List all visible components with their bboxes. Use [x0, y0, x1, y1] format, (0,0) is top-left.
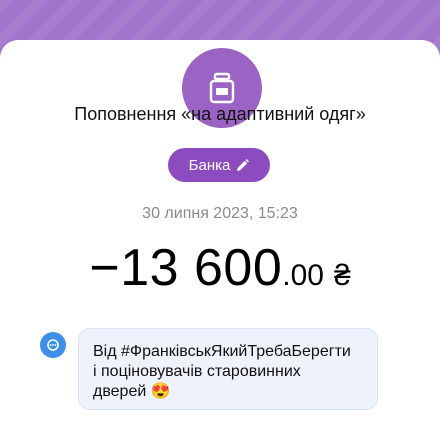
amount-integer: −13 600: [89, 239, 283, 297]
comment-line: дверей 😍: [93, 383, 171, 400]
currency-symbol: ₴: [333, 259, 351, 292]
amount-decimal: .00: [282, 259, 324, 292]
comment-line: Від #ФранківськЯкийТребаБерегти: [93, 343, 351, 360]
transaction-datetime: 30 липня 2023, 15:23: [142, 205, 298, 222]
jar-icon: [209, 72, 235, 104]
comment-bubble: Від #ФранківськЯкийТребаБерегти і поціно…: [78, 328, 378, 410]
transaction-title: Поповнення «на адаптивний одяг»: [74, 104, 366, 124]
comment-icon: [40, 332, 66, 358]
jar-button-label: Банка: [188, 156, 231, 174]
comment-line: і поціновувачів старовинних: [93, 363, 301, 380]
transaction-amount: −13 600.00 ₴: [0, 238, 440, 298]
pencil-icon: [237, 158, 250, 171]
jar-edit-button[interactable]: Банка: [168, 148, 270, 182]
